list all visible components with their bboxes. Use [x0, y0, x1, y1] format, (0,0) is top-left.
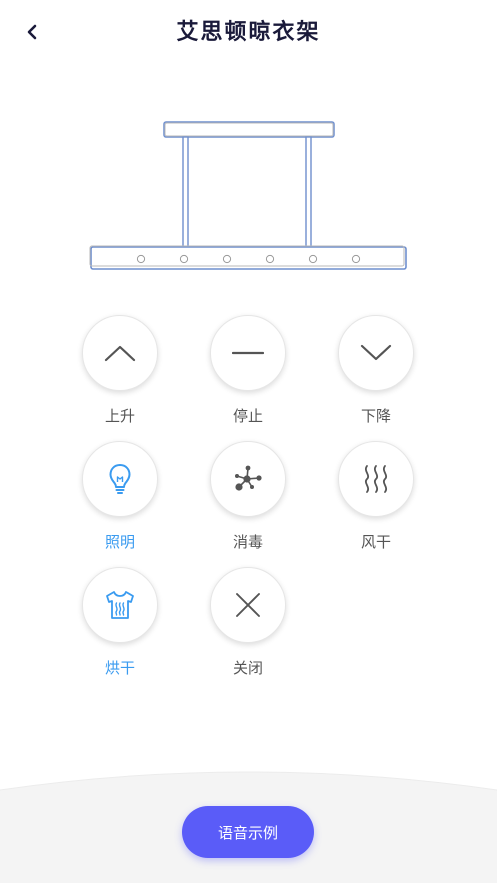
light-label: 照明 [104, 533, 135, 551]
disinfect-button[interactable]: 消毒 [193, 441, 303, 552]
molecule-icon [235, 465, 262, 491]
chevron-down-icon [360, 344, 392, 361]
lower-button[interactable]: 下降 [321, 315, 431, 426]
voice-example-button[interactable]: 语音示例 [182, 806, 314, 858]
disinfect-label: 消毒 [232, 533, 263, 551]
lightbulb-icon [109, 464, 131, 494]
air-dry-label: 风干 [360, 533, 391, 551]
heat-dry-button[interactable]: 烘干 [65, 567, 175, 678]
air-dry-button[interactable]: 风干 [321, 441, 431, 552]
light-button[interactable]: 照明 [65, 441, 175, 552]
power-off-label: 关闭 [232, 659, 263, 677]
wind-waves-icon [364, 465, 388, 493]
app-screen: 艾思顿晾衣架 上升 停止 下降 照明 消毒 风干 烘干 关闭 语音示例 [0, 0, 497, 883]
raise-label: 上升 [104, 407, 135, 425]
drying-rack-illustration [89, 121, 407, 270]
heat-dry-label: 烘干 [104, 659, 135, 677]
light-button-circle[interactable] [82, 441, 158, 517]
air-dry-button-circle[interactable] [338, 441, 414, 517]
power-off-button-circle[interactable] [210, 567, 286, 643]
raise-button[interactable]: 上升 [65, 315, 175, 426]
stop-button[interactable]: 停止 [193, 315, 303, 426]
disinfect-button-circle[interactable] [210, 441, 286, 517]
close-icon [236, 593, 260, 617]
lower-label: 下降 [360, 407, 391, 425]
stop-button-circle[interactable] [210, 315, 286, 391]
power-off-button[interactable]: 关闭 [193, 567, 303, 678]
heat-dry-button-circle[interactable] [82, 567, 158, 643]
stop-label: 停止 [232, 407, 263, 425]
raise-button-circle[interactable] [82, 315, 158, 391]
minus-icon [232, 351, 264, 355]
lower-button-circle[interactable] [338, 315, 414, 391]
chevron-up-icon [104, 345, 136, 362]
page-title: 艾思顿晾衣架 [176, 20, 321, 45]
shirt-heat-icon [106, 591, 134, 619]
